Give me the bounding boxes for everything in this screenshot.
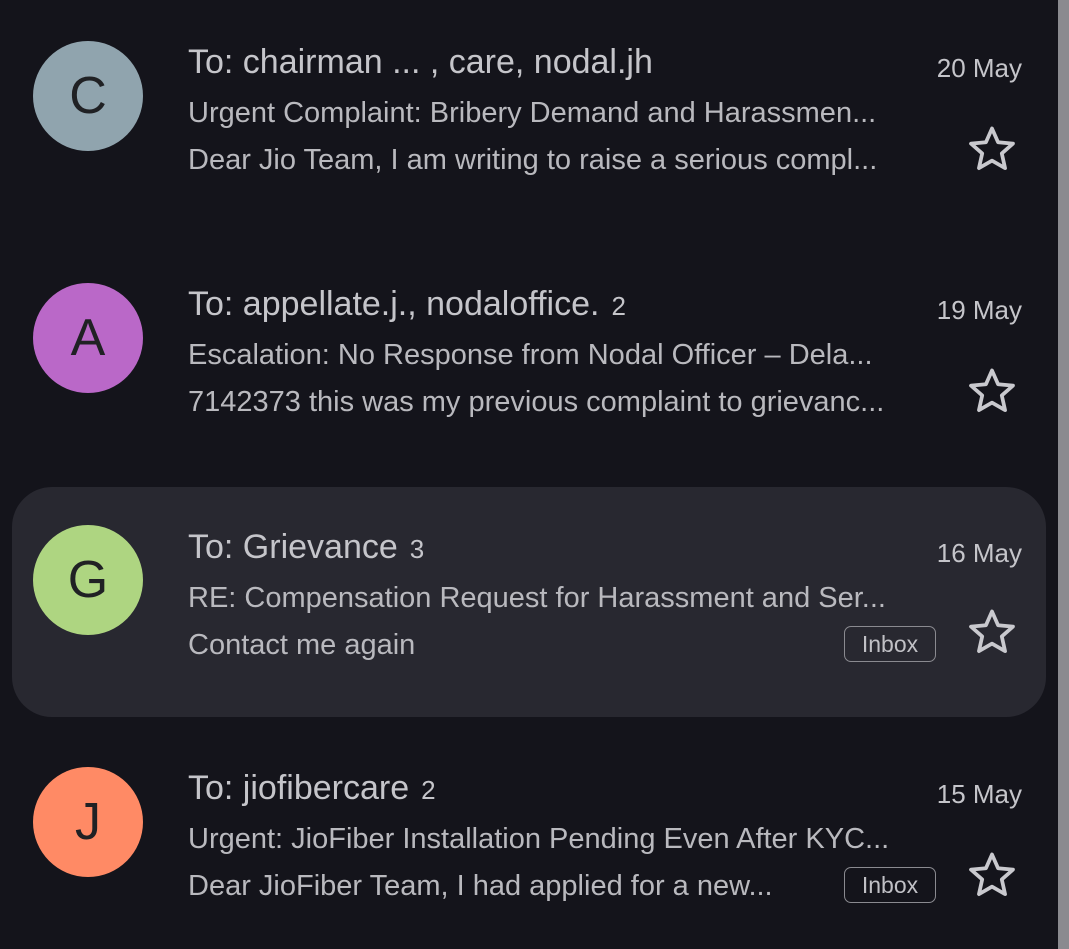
email-subject: Escalation: No Response from Nodal Offic… [188, 339, 873, 371]
email-subject: RE: Compensation Request for Harassment … [188, 582, 886, 614]
email-recipients: To: appellate.j., nodaloffice. 2 [188, 285, 626, 324]
star-icon[interactable] [964, 363, 1020, 419]
email-row-selected[interactable]: G To: Grievance 3 16 May RE: Compensation… [12, 487, 1046, 717]
email-recipients: To: jiofibercare 2 [188, 769, 436, 808]
recipients-text: To: Grievance [188, 528, 398, 566]
email-snippet: Dear JioFiber Team, I had applied for a … [188, 870, 773, 902]
email-row[interactable]: A To: appellate.j., nodaloffice. 2 19 May… [12, 223, 1046, 453]
star-icon[interactable] [964, 604, 1020, 660]
email-date: 15 May [936, 779, 1022, 809]
avatar[interactable]: A [33, 283, 143, 393]
recipients-text: To: jiofibercare [188, 769, 410, 807]
inbox-label-chip: Inbox [844, 867, 936, 903]
email-row[interactable]: C To: chairman ... , care, nodal.jh 20 M… [12, 0, 1046, 211]
recipients-text: To: appellate.j., nodaloffice. [188, 285, 600, 323]
email-snippet: Contact me again [188, 629, 416, 661]
thread-count: 3 [409, 534, 425, 564]
scrollbar[interactable] [1058, 0, 1069, 949]
email-recipients: To: Grievance 3 [188, 528, 424, 567]
thread-count: 2 [611, 291, 626, 321]
email-subject: Urgent Complaint: Bribery Demand and Har… [188, 97, 877, 129]
inbox-label-chip: Inbox [844, 626, 936, 662]
email-row[interactable]: J To: jiofibercare 2 15 May Urgent: JioFi… [12, 707, 1046, 937]
star-icon[interactable] [964, 121, 1020, 177]
avatar[interactable]: G [33, 525, 143, 635]
email-date: 20 May [936, 53, 1022, 83]
email-date: 16 May [936, 538, 1022, 568]
thread-count: 2 [421, 775, 436, 805]
email-list: C To: chairman ... , care, nodal.jh 20 M… [0, 0, 1058, 949]
recipients-text: To: chairman ... , care, nodal.jh [188, 43, 653, 81]
avatar[interactable]: J [33, 767, 143, 877]
star-icon[interactable] [964, 847, 1020, 903]
email-subject: Urgent: JioFiber Installation Pending Ev… [188, 823, 890, 855]
email-date: 19 May [936, 295, 1022, 325]
email-recipients: To: chairman ... , care, nodal.jh [188, 43, 653, 82]
email-snippet: 7142373 this was my previous complaint t… [188, 386, 885, 418]
email-snippet: Dear Jio Team, I am writing to raise a s… [188, 144, 878, 176]
avatar[interactable]: C [33, 41, 143, 151]
